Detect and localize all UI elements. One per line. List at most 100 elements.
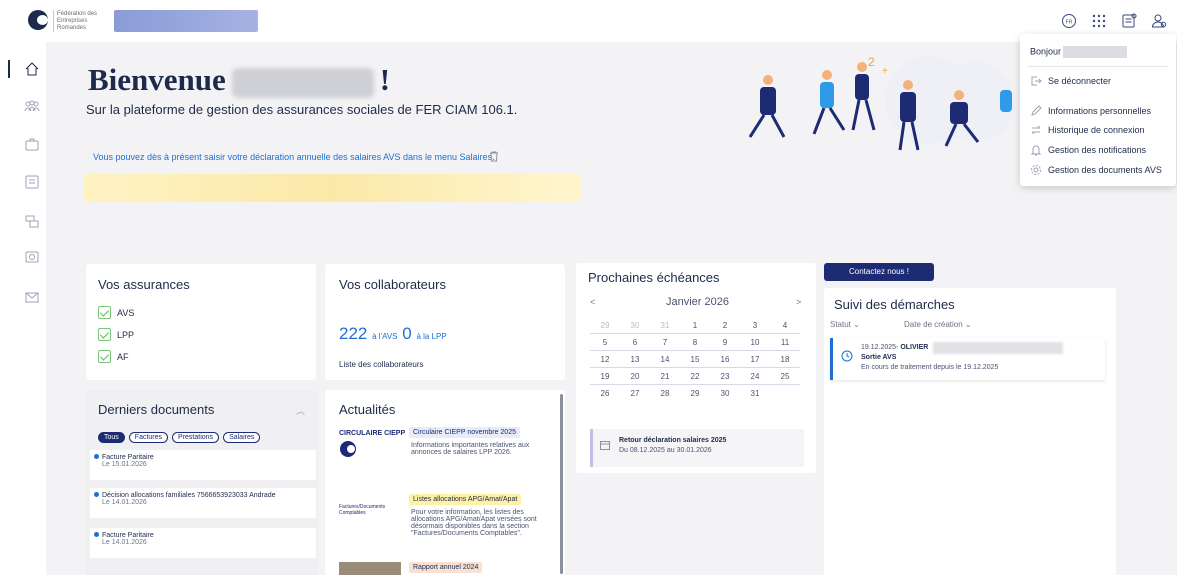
briefcase-icon[interactable] <box>24 137 40 153</box>
calendar-day[interactable]: 8 <box>680 334 710 350</box>
document-icon[interactable] <box>1121 13 1137 29</box>
filter-chip-salaries[interactable]: Salaires <box>223 432 261 443</box>
welcome-prefix: Bienvenue <box>88 62 226 97</box>
calendar-day[interactable] <box>770 385 800 402</box>
calendar-day[interactable]: 21 <box>650 368 680 384</box>
calendar-day[interactable]: 12 <box>590 351 620 367</box>
logo-text: Fédération des Entreprises Romandes <box>57 11 98 31</box>
calendar-day[interactable]: 11 <box>770 334 800 350</box>
svg-text:FR: FR <box>1066 20 1073 26</box>
menu-item-login-history[interactable]: Historique de connexion <box>1030 123 1145 137</box>
calendar-day[interactable]: 1 <box>680 317 710 333</box>
menu-item-label: Gestion des notifications <box>1048 145 1147 155</box>
status-filter[interactable]: Statut ⌄ <box>830 320 860 329</box>
news-tag[interactable]: Rapport annuel 2024 <box>409 562 483 573</box>
calendar-day[interactable]: 3 <box>740 317 770 333</box>
menu-item-notifications[interactable]: Gestion des notifications <box>1030 143 1146 157</box>
calendar-day[interactable]: 17 <box>740 351 770 367</box>
calendar-day[interactable]: 26 <box>590 385 620 402</box>
calendar-day[interactable]: 31 <box>650 317 680 333</box>
camera-icon[interactable] <box>24 249 40 265</box>
welcome-subtitle: Sur la plateforme de gestion des assuran… <box>86 102 518 117</box>
calendar-day[interactable]: 13 <box>620 351 650 367</box>
document-name: Décision allocations familiales 75666539… <box>102 492 276 499</box>
calendar-day[interactable]: 24 <box>740 368 770 384</box>
fer-logo-icon[interactable] <box>28 10 48 30</box>
document-item[interactable]: Facture Paritaire Le 15.01.2026 <box>90 450 316 480</box>
profile-icon[interactable] <box>1151 13 1167 29</box>
lpp-count-label: à la LPP <box>416 332 447 341</box>
menu-item-avs-documents[interactable]: Gestion des documents AVS <box>1030 163 1162 177</box>
calendar-day[interactable]: 19 <box>590 368 620 384</box>
document-name: Facture Paritaire <box>102 532 154 539</box>
news-tag[interactable]: Listes allocations APG/Amat/Apat <box>409 494 522 505</box>
calendar-day[interactable]: 29 <box>680 385 710 402</box>
greeting: Bonjour <box>1030 46 1128 58</box>
menu-item-label: Gestion des documents AVS <box>1048 165 1162 175</box>
active-indicator <box>8 60 10 78</box>
procedure-date: 19.12.2025- <box>861 344 899 351</box>
calendar-day[interactable]: 15 <box>680 351 710 367</box>
calendar-day[interactable]: 27 <box>620 385 650 402</box>
menu-item-label: Historique de connexion <box>1048 125 1145 135</box>
sidebar <box>0 42 46 575</box>
mail-icon[interactable] <box>24 289 40 305</box>
calendar-icon <box>600 441 610 450</box>
deadline-event[interactable]: Retour déclaration salaires 2025 Du 08.1… <box>590 429 804 467</box>
insurance-label: AF <box>117 351 129 362</box>
document-item[interactable]: Facture Paritaire Le 14.01.2026 <box>90 528 316 558</box>
annual-report-thumbnail <box>339 562 401 575</box>
calendar-day[interactable]: 25 <box>770 368 800 384</box>
document-date: Le 14.01.2026 <box>102 539 147 546</box>
calendar-day[interactable]: 6 <box>620 334 650 350</box>
filter-chip-invoices[interactable]: Factures <box>128 432 169 443</box>
calendar-day[interactable]: 29 <box>590 317 620 333</box>
event-title: Retour déclaration salaires 2025 <box>619 437 727 444</box>
news-tag[interactable]: Circulaire CIEPP novembre 2025 <box>409 427 520 438</box>
calendar-day[interactable]: 30 <box>710 385 740 402</box>
avs-count-label: à l'AVS <box>372 332 398 341</box>
stack-icon[interactable] <box>24 214 40 230</box>
svg-text:2: 2 <box>868 55 875 69</box>
filter-chip-benefits[interactable]: Prestations <box>172 432 220 443</box>
filter-chip-all[interactable]: Tous <box>98 432 125 443</box>
calendar-day[interactable]: 23 <box>710 368 740 384</box>
document-item[interactable]: Décision allocations familiales 75666539… <box>90 488 316 518</box>
calendar-day[interactable]: 2 <box>710 317 740 333</box>
calendar-day[interactable]: 18 <box>770 351 800 367</box>
news-scrollbar[interactable] <box>560 394 563 574</box>
calendar-day[interactable]: 20 <box>620 368 650 384</box>
collaborators-list-link[interactable]: Liste des collaborateurs <box>339 360 424 369</box>
calendar-day[interactable]: 14 <box>650 351 680 367</box>
calendar-day[interactable]: 16 <box>710 351 740 367</box>
list-icon[interactable] <box>24 174 40 190</box>
people-icon[interactable] <box>24 98 40 114</box>
insurance-item: AVS <box>98 306 134 319</box>
menu-item-logout[interactable]: Se déconnecter <box>1030 74 1111 88</box>
check-icon <box>98 306 111 319</box>
contact-button[interactable]: Contactez nous ! <box>824 263 934 281</box>
calendar-day[interactable]: 30 <box>620 317 650 333</box>
date-filter[interactable]: Date de création ⌄ <box>904 320 972 329</box>
unread-dot <box>94 492 99 497</box>
menu-item-personal-info[interactable]: Informations personnelles <box>1030 104 1151 118</box>
calendar-day[interactable]: 28 <box>650 385 680 402</box>
calendar-day[interactable]: 9 <box>710 334 740 350</box>
calendar-day[interactable]: 4 <box>770 317 800 333</box>
calendar-next-button[interactable]: > <box>796 297 801 307</box>
user-fr-icon[interactable]: FR <box>1061 13 1077 29</box>
logo-divider <box>53 10 54 32</box>
procedure-item[interactable]: 19.12.2025- OLIVIER Sortie AVS En cours … <box>830 338 1105 380</box>
calendar-day[interactable]: 22 <box>680 368 710 384</box>
calendar-day[interactable]: 31 <box>740 385 770 402</box>
calendar-day[interactable]: 10 <box>740 334 770 350</box>
trash-icon[interactable] <box>488 150 500 162</box>
calendar-day[interactable]: 5 <box>590 334 620 350</box>
collapse-icon[interactable]: ︿ <box>296 404 305 417</box>
document-name: Facture Paritaire <box>102 454 154 461</box>
calendar-prev-button[interactable]: < <box>590 297 595 307</box>
insurances-card: Vos assurances AVS LPP AF <box>86 264 316 380</box>
calendar-day[interactable]: 7 <box>650 334 680 350</box>
apps-grid-icon[interactable] <box>1091 13 1107 29</box>
home-icon[interactable] <box>24 61 40 77</box>
